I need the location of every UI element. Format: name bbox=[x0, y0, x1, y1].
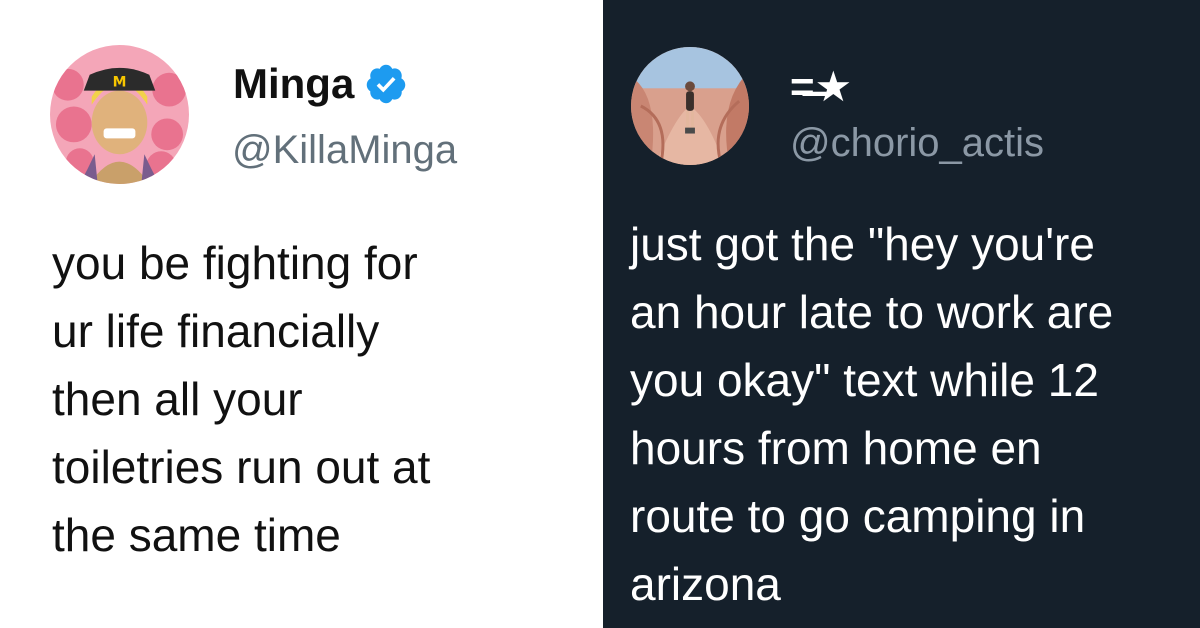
user-handle[interactable]: @chorio_actis bbox=[790, 123, 1044, 163]
tweet-text: just got the "hey you're an hour late to… bbox=[630, 218, 1114, 610]
canyon-photo-avatar-icon[interactable] bbox=[631, 47, 749, 165]
display-name[interactable]: Minga bbox=[233, 63, 354, 105]
anime-character-avatar-icon[interactable]: M bbox=[50, 45, 189, 184]
svg-text:M: M bbox=[113, 75, 127, 91]
tweet-card-right: =̶★ @chorio_actis just got the "hey you'… bbox=[603, 0, 1200, 628]
tweet-card-left: M Minga @KillaMinga you be fighting for … bbox=[0, 0, 603, 628]
user-handle[interactable]: @KillaMinga bbox=[232, 130, 457, 170]
display-name-row: Minga bbox=[233, 62, 408, 106]
tweet-text: you be fighting for ur life financially … bbox=[52, 237, 431, 561]
verified-badge-icon bbox=[364, 62, 408, 106]
display-name-row: =̶★ bbox=[790, 66, 852, 108]
display-name[interactable]: =̶★ bbox=[790, 66, 852, 108]
